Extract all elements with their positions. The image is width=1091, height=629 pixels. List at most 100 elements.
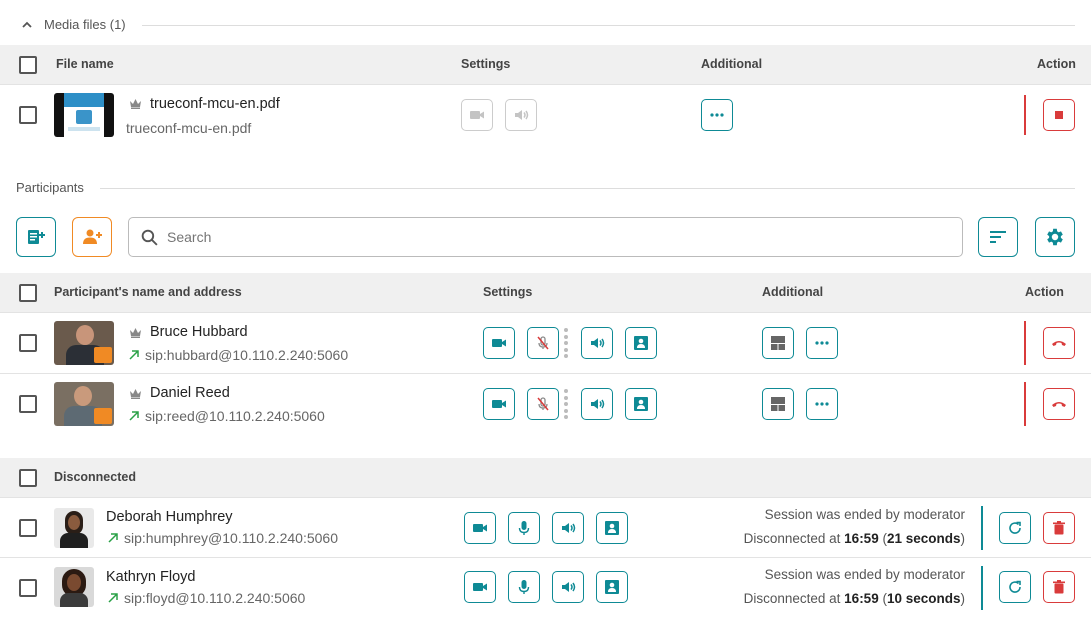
volume-level-indicator[interactable] xyxy=(564,389,568,419)
microphone-muted-button[interactable] xyxy=(527,388,559,420)
avatar xyxy=(54,321,114,365)
disconnect-duration: 21 seconds xyxy=(886,531,961,546)
layout-icon xyxy=(771,397,785,411)
speaker-button[interactable] xyxy=(581,327,613,359)
participant-name: Kathryn Floyd xyxy=(106,569,196,585)
crown-icon xyxy=(130,328,141,338)
file-video-button[interactable] xyxy=(461,99,493,131)
disconnect-reason: Session was ended by moderator xyxy=(764,567,965,582)
file-action-divider xyxy=(1024,95,1026,135)
more-dots-icon xyxy=(710,113,724,117)
participants-select-all-checkbox[interactable] xyxy=(19,284,37,302)
outgoing-call-arrow-icon xyxy=(108,593,118,603)
row-divider xyxy=(0,373,1091,374)
header-action: Action xyxy=(1025,285,1064,299)
disconnect-reason: Session was ended by moderator xyxy=(764,507,965,522)
speaker-button[interactable] xyxy=(552,571,584,603)
volume-level-indicator[interactable] xyxy=(564,328,568,358)
gear-icon xyxy=(1047,228,1063,246)
file-more-button[interactable] xyxy=(701,99,733,131)
trash-icon xyxy=(1053,580,1065,594)
layout-button[interactable] xyxy=(762,327,794,359)
header-settings: Settings xyxy=(483,285,533,299)
crown-icon xyxy=(130,99,141,109)
microphone-button[interactable] xyxy=(508,571,540,603)
more-options-button[interactable] xyxy=(806,388,838,420)
media-file-checkbox[interactable] xyxy=(19,106,37,124)
header-settings: Settings xyxy=(461,57,511,71)
file-audio-button[interactable] xyxy=(505,99,537,131)
sort-button[interactable] xyxy=(978,217,1018,257)
media-table-header: File name Settings Additional Action xyxy=(0,45,1091,85)
participant-checkbox[interactable] xyxy=(19,334,37,352)
speaker-button[interactable] xyxy=(581,388,613,420)
delete-button[interactable] xyxy=(1043,571,1075,603)
disconnected-table-header: Disconnected xyxy=(0,458,1091,498)
address-book-add-icon xyxy=(28,230,45,244)
search-icon xyxy=(141,229,158,246)
mic-muted-icon xyxy=(537,336,549,350)
more-dots-icon xyxy=(815,402,829,406)
participant-checkbox[interactable] xyxy=(19,579,37,597)
settings-button[interactable] xyxy=(1035,217,1075,257)
share-content-button[interactable] xyxy=(596,512,628,544)
microphone-muted-button[interactable] xyxy=(527,327,559,359)
stop-icon xyxy=(1055,111,1063,119)
layout-icon xyxy=(771,336,785,350)
participant-name: Deborah Humphrey xyxy=(106,509,233,525)
person-add-icon xyxy=(83,229,102,244)
header-file-name: File name xyxy=(56,57,114,71)
participants-section-divider xyxy=(100,188,1075,189)
disconnect-status: Session was ended by moderator Disconnec… xyxy=(744,507,965,546)
camera-button[interactable] xyxy=(483,388,515,420)
sort-icon xyxy=(990,231,1006,243)
add-participant-button[interactable] xyxy=(72,217,112,257)
disconnect-time-line: Disconnected at 16:59 (21 seconds) xyxy=(743,531,965,546)
speaker-button[interactable] xyxy=(552,512,584,544)
add-from-address-book-button[interactable] xyxy=(16,217,56,257)
camera-button[interactable] xyxy=(464,571,496,603)
participant-name: Bruce Hubbard xyxy=(150,324,248,340)
speaker-icon xyxy=(562,582,576,592)
media-select-all-checkbox[interactable] xyxy=(19,56,37,74)
search-box[interactable] xyxy=(128,217,963,257)
speaker-icon xyxy=(591,338,605,348)
header-additional: Additional xyxy=(762,285,824,299)
stop-file-button[interactable] xyxy=(1043,99,1075,131)
share-content-button[interactable] xyxy=(596,571,628,603)
outgoing-call-arrow-icon xyxy=(108,533,118,543)
hang-up-icon xyxy=(1052,341,1066,346)
header-additional: Additional xyxy=(701,57,763,71)
speaker-icon xyxy=(591,399,605,409)
hang-up-button[interactable] xyxy=(1043,388,1075,420)
media-collapse-chevron-icon[interactable] xyxy=(20,18,34,32)
microphone-button[interactable] xyxy=(508,512,540,544)
participants-section-title: Participants xyxy=(16,180,84,195)
disconnected-select-all-checkbox[interactable] xyxy=(19,469,37,487)
action-divider xyxy=(1024,382,1026,426)
file-thumbnail xyxy=(54,93,114,137)
delete-button[interactable] xyxy=(1043,512,1075,544)
search-input[interactable] xyxy=(167,226,947,248)
avatar xyxy=(54,382,114,426)
header-participant-name: Participant's name and address xyxy=(54,285,242,299)
layout-button[interactable] xyxy=(762,388,794,420)
more-options-button[interactable] xyxy=(806,327,838,359)
header-disconnected: Disconnected xyxy=(54,470,136,484)
share-content-button[interactable] xyxy=(625,388,657,420)
reconnect-button[interactable] xyxy=(999,571,1031,603)
hang-up-icon xyxy=(1052,402,1066,407)
hang-up-button[interactable] xyxy=(1043,327,1075,359)
camera-button[interactable] xyxy=(483,327,515,359)
action-divider xyxy=(981,506,983,550)
disconnect-duration: 10 seconds xyxy=(886,591,961,606)
share-content-button[interactable] xyxy=(625,327,657,359)
reconnect-button[interactable] xyxy=(999,512,1031,544)
participant-checkbox[interactable] xyxy=(19,395,37,413)
refresh-icon xyxy=(1009,521,1021,534)
camera-button[interactable] xyxy=(464,512,496,544)
participant-name: Daniel Reed xyxy=(150,385,230,401)
participant-checkbox[interactable] xyxy=(19,519,37,537)
disconnect-status: Session was ended by moderator Disconnec… xyxy=(744,567,965,606)
disconnect-time: 16:59 xyxy=(844,591,879,606)
